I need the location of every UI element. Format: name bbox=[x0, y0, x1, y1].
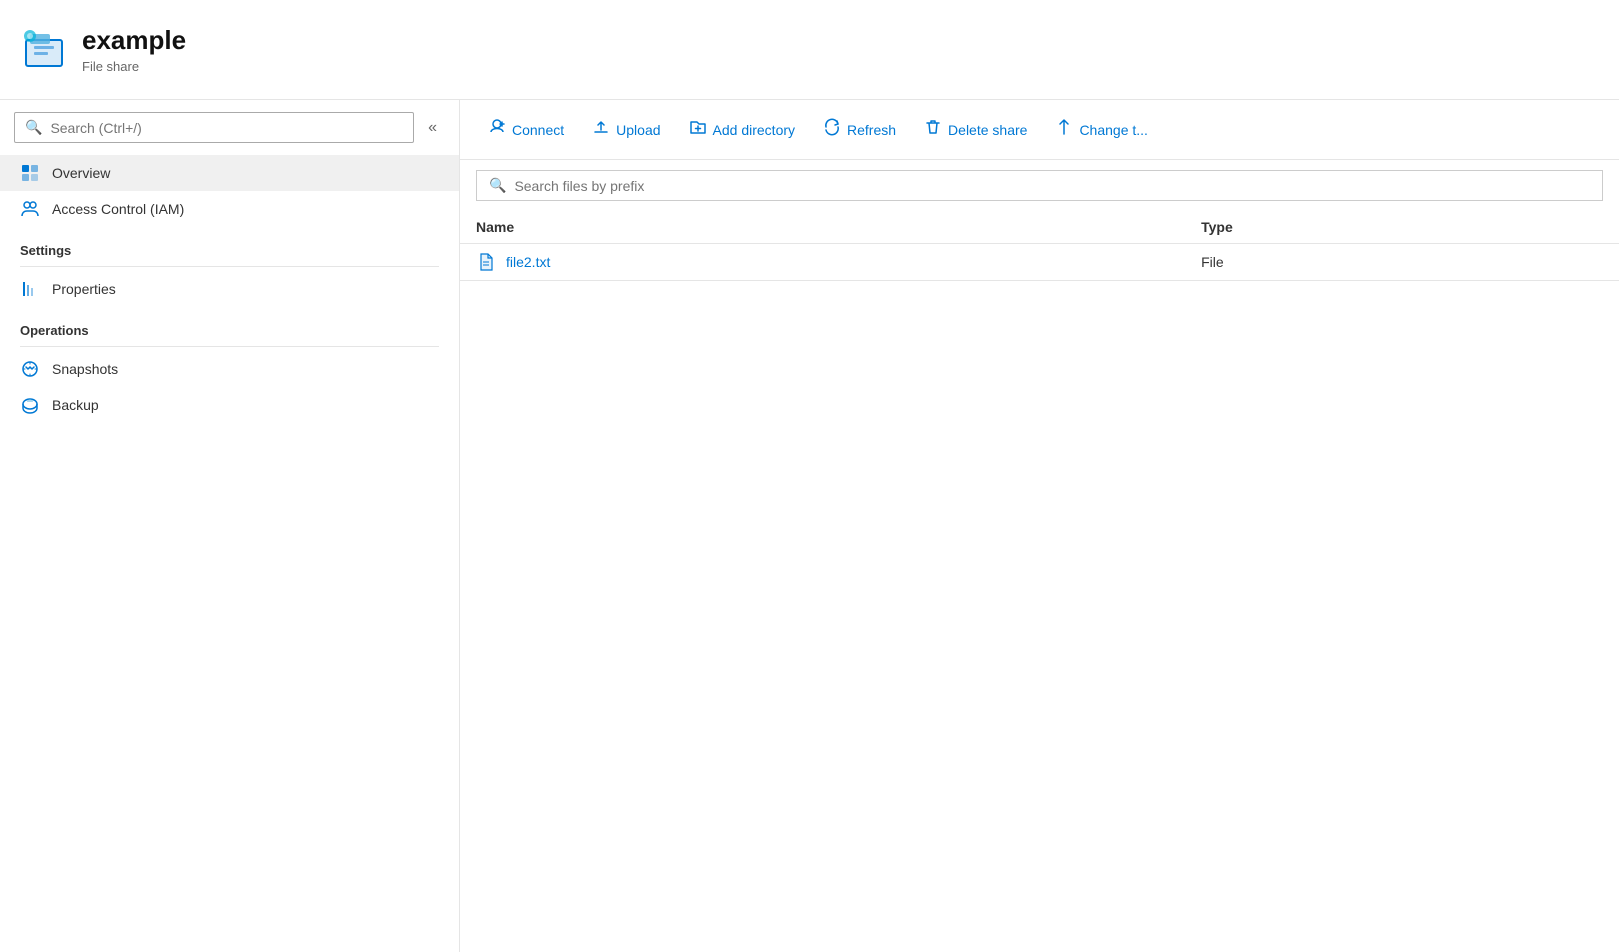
file-browser: 🔍 Name Type bbox=[460, 160, 1619, 952]
change-tier-label: Change t... bbox=[1079, 122, 1148, 138]
file-name[interactable]: file2.txt bbox=[506, 254, 550, 270]
sidebar-item-overview[interactable]: Overview bbox=[0, 155, 459, 191]
file-table-header: Name Type bbox=[460, 211, 1619, 244]
sidebar-item-properties[interactable]: Properties bbox=[0, 271, 459, 307]
header-text-block: example File share bbox=[82, 25, 186, 73]
toolbar: Connect Upload Add dir bbox=[460, 100, 1619, 160]
file-table: Name Type bbox=[460, 211, 1619, 281]
page-title: example bbox=[82, 25, 186, 56]
change-tier-button[interactable]: Change t... bbox=[1043, 110, 1160, 149]
column-name: Name bbox=[460, 211, 1185, 244]
connect-button[interactable]: Connect bbox=[476, 110, 576, 149]
sidebar-item-snapshots[interactable]: Snapshots bbox=[0, 351, 459, 387]
main-content: Connect Upload Add dir bbox=[460, 100, 1619, 952]
operations-divider bbox=[20, 346, 439, 347]
refresh-icon bbox=[823, 118, 841, 141]
sidebar: 🔍 « Overview Access Control (IAM) bbox=[0, 100, 460, 952]
sidebar-item-properties-label: Properties bbox=[52, 281, 116, 297]
overview-icon bbox=[20, 163, 40, 183]
file-type-cell: File bbox=[1185, 244, 1619, 281]
upload-button[interactable]: Upload bbox=[580, 110, 672, 149]
snapshots-icon bbox=[20, 359, 40, 379]
column-type: Type bbox=[1185, 211, 1619, 244]
sidebar-item-iam-label: Access Control (IAM) bbox=[52, 201, 184, 217]
change-tier-icon bbox=[1055, 118, 1073, 141]
page-header: example File share bbox=[0, 0, 1619, 100]
delete-share-button[interactable]: Delete share bbox=[912, 110, 1039, 149]
file-name-cell: file2.txt bbox=[460, 244, 1185, 281]
collapse-sidebar-button[interactable]: « bbox=[420, 115, 445, 141]
properties-icon bbox=[20, 279, 40, 299]
delete-share-label: Delete share bbox=[948, 122, 1027, 138]
sidebar-item-iam[interactable]: Access Control (IAM) bbox=[0, 191, 459, 227]
upload-icon bbox=[592, 118, 610, 141]
sidebar-item-overview-label: Overview bbox=[52, 165, 110, 181]
settings-divider bbox=[20, 266, 439, 267]
connect-icon bbox=[488, 118, 506, 141]
add-directory-label: Add directory bbox=[713, 122, 795, 138]
file-type-icon bbox=[476, 252, 496, 272]
main-layout: 🔍 « Overview Access Control (IAM) bbox=[0, 100, 1619, 952]
sidebar-search-box[interactable]: 🔍 bbox=[14, 112, 414, 143]
settings-section-label: Settings bbox=[0, 227, 459, 262]
file-search-icon: 🔍 bbox=[489, 177, 506, 194]
add-directory-button[interactable]: Add directory bbox=[677, 110, 807, 149]
file-search-input[interactable] bbox=[514, 178, 1590, 194]
app-logo-icon bbox=[20, 26, 68, 74]
backup-icon bbox=[20, 395, 40, 415]
operations-section-label: Operations bbox=[0, 307, 459, 342]
file-table-body: file2.txt File bbox=[460, 244, 1619, 281]
search-icon: 🔍 bbox=[25, 119, 42, 136]
delete-share-icon bbox=[924, 118, 942, 141]
upload-label: Upload bbox=[616, 122, 660, 138]
sidebar-item-backup[interactable]: Backup bbox=[0, 387, 459, 423]
sidebar-item-backup-label: Backup bbox=[52, 397, 99, 413]
refresh-button[interactable]: Refresh bbox=[811, 110, 908, 149]
sidebar-search-input[interactable] bbox=[50, 120, 403, 136]
table-row[interactable]: file2.txt File bbox=[460, 244, 1619, 281]
page-subtitle: File share bbox=[82, 59, 186, 74]
refresh-label: Refresh bbox=[847, 122, 896, 138]
iam-icon bbox=[20, 199, 40, 219]
add-directory-icon bbox=[689, 118, 707, 141]
sidebar-item-snapshots-label: Snapshots bbox=[52, 361, 118, 377]
connect-label: Connect bbox=[512, 122, 564, 138]
file-search-box[interactable]: 🔍 bbox=[476, 170, 1603, 201]
